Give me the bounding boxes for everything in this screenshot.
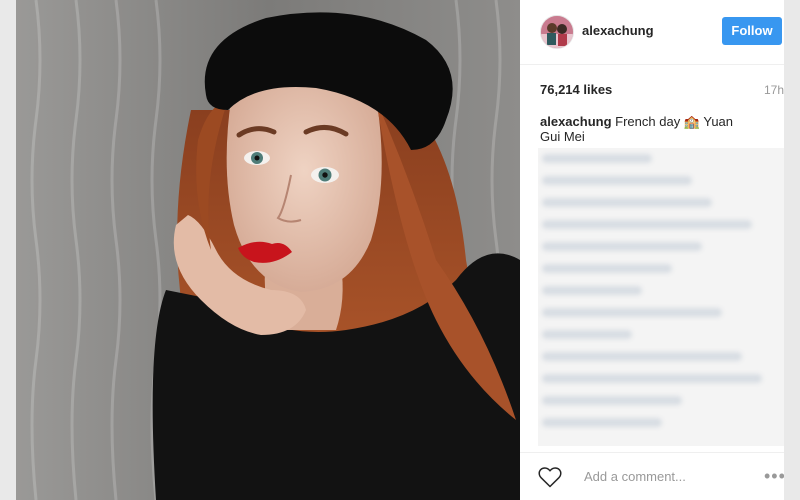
post-photo[interactable] (16, 0, 520, 500)
blurred-line (542, 154, 652, 163)
comment-bar: ••• (520, 452, 784, 500)
blurred-line (542, 198, 712, 207)
post-header: alexachung Follow (520, 0, 784, 65)
avatar[interactable] (540, 15, 574, 49)
blurred-line (542, 418, 662, 427)
blurred-line (542, 242, 702, 251)
likes-count[interactable]: 76,214 likes (540, 82, 612, 97)
post-modal: alexachung Follow 76,214 likes 17h alexa… (16, 0, 784, 500)
post-caption: alexachung French day 🏫 Yuan Gui Mei (540, 114, 740, 144)
blurred-line (542, 396, 682, 405)
heart-icon[interactable] (538, 466, 562, 488)
avatar-image (541, 16, 573, 48)
blurred-line (542, 308, 722, 317)
caption-username[interactable]: alexachung (540, 114, 612, 129)
more-options-icon[interactable]: ••• (764, 465, 784, 487)
blurred-line (542, 220, 752, 229)
blurred-line (542, 330, 632, 339)
blurred-line (542, 264, 672, 273)
blurred-line (542, 286, 642, 295)
comment-input[interactable] (584, 465, 734, 487)
username-link[interactable]: alexachung (582, 23, 654, 38)
blurred-line (542, 352, 742, 361)
blurred-line (542, 374, 762, 383)
post-timestamp[interactable]: 17h (764, 83, 784, 97)
blurred-comments (538, 148, 784, 446)
blurred-line (542, 176, 692, 185)
portrait-image (16, 0, 520, 500)
follow-button[interactable]: Follow (722, 17, 782, 45)
post-sidebar: alexachung Follow 76,214 likes 17h alexa… (520, 0, 784, 500)
